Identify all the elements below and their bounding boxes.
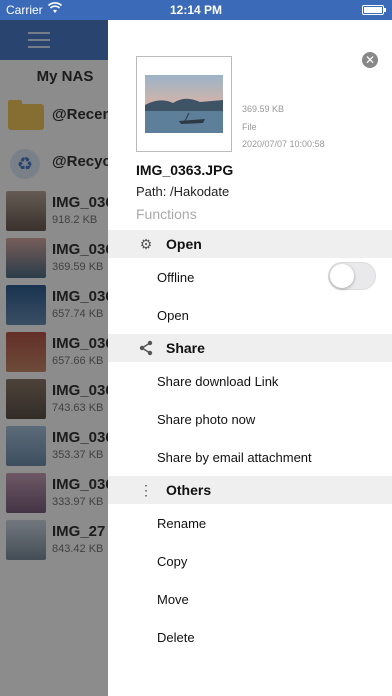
section-label: Open	[166, 236, 202, 252]
file-size-label: 369.59 KB	[242, 104, 285, 114]
offline-toggle[interactable]	[328, 262, 376, 290]
section-others: ⋮ Others	[108, 476, 392, 504]
file-preview	[136, 56, 232, 152]
file-path: Path: /Hakodate	[136, 184, 230, 199]
move-button[interactable]: Move	[157, 592, 189, 607]
battery-icon	[362, 5, 386, 15]
rename-button[interactable]: Rename	[157, 516, 206, 531]
offline-label: Offline	[157, 270, 195, 285]
copy-button[interactable]: Copy	[157, 554, 187, 569]
photo-thumbnail	[145, 75, 223, 133]
file-actions-panel: ✕ 369.59 KB File 2020/07/07 10:00:58 IMG…	[108, 20, 392, 696]
section-label: Others	[166, 482, 212, 498]
file-name-heading: IMG_0363.JPG	[136, 162, 234, 178]
file-date-label: 2020/07/07 10:00:58	[242, 139, 325, 149]
section-share: Share	[108, 334, 392, 362]
delete-button[interactable]: Delete	[157, 630, 195, 645]
share-email-button[interactable]: Share by email attachment	[157, 450, 312, 465]
file-type-label: File	[242, 122, 257, 132]
share-download-link-button[interactable]: Share download Link	[157, 374, 278, 389]
status-bar: Carrier 12:14 PM	[0, 0, 392, 20]
more-vertical-icon: ⋮	[139, 482, 153, 498]
toggle-knob	[330, 264, 354, 288]
open-button[interactable]: Open	[157, 308, 189, 323]
close-icon[interactable]: ✕	[362, 52, 378, 68]
gear-icon: ⚙	[139, 236, 153, 252]
functions-heading: Functions	[136, 206, 197, 222]
section-open: ⚙ Open	[108, 230, 392, 258]
share-icon	[138, 340, 154, 356]
clock: 12:14 PM	[169, 3, 223, 17]
share-photo-button[interactable]: Share photo now	[157, 412, 255, 427]
section-label: Share	[166, 340, 205, 356]
